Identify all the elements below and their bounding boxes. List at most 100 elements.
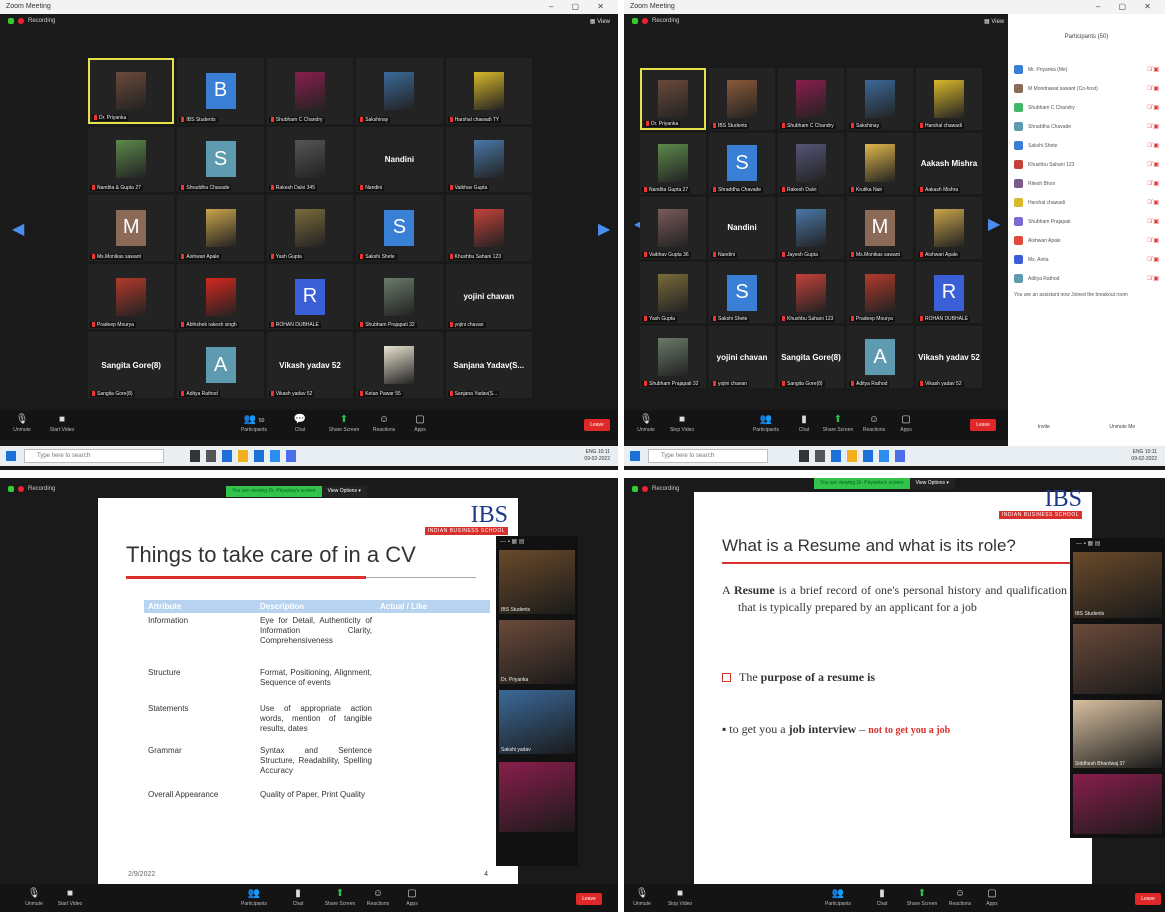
share-screen-button[interactable]: ⬆ Share Screen xyxy=(322,888,358,907)
video-tile[interactable]: Pradeep Mourya xyxy=(88,263,175,330)
unmute-me-button[interactable]: Unmute Me xyxy=(1109,424,1135,430)
view-options-button[interactable]: View Options ▾ xyxy=(909,478,955,489)
stop-video-button[interactable]: ■ Stop Video xyxy=(664,414,700,433)
video-tile[interactable]: Khushbu Sahani 123 xyxy=(778,261,844,324)
reactions-button[interactable]: ☺ Reactions xyxy=(366,414,402,433)
share-screen-button[interactable]: ⬆ Share Screen xyxy=(820,414,856,433)
video-tile[interactable]: S Shraddha Chavade xyxy=(709,132,775,195)
video-tile[interactable] xyxy=(499,762,575,832)
video-tile[interactable]: Dr. Priyanka xyxy=(640,68,706,130)
participants-button[interactable]: 👥 Participants xyxy=(236,888,272,907)
participant-row[interactable]: Shraddha Chavade 🎙̸ ▣ xyxy=(1008,117,1165,136)
next-page-arrow-icon[interactable]: ▶ xyxy=(988,215,1000,233)
video-tile[interactable]: S Sakshi Shete xyxy=(356,195,443,261)
start-video-button[interactable]: ■ Start Video xyxy=(52,888,88,907)
video-tile[interactable]: M Ms.Monikas sawant xyxy=(88,195,175,261)
invite-button[interactable]: Invite xyxy=(1038,424,1050,430)
video-tile[interactable]: IBS Students xyxy=(499,550,575,614)
video-tile[interactable]: Dr. Priyanka xyxy=(88,58,175,124)
video-tile[interactable]: IBS Students xyxy=(709,68,775,130)
video-tile[interactable]: Aakash Mishra Aakash Mishra xyxy=(916,132,982,195)
video-tile[interactable]: Ketan Pawar 55 xyxy=(356,332,443,398)
video-tile[interactable]: R ROHAN DUBHALE xyxy=(916,261,982,324)
unmute-button[interactable]: 🎙 Unmute xyxy=(4,414,40,433)
unmute-button[interactable]: 🎙 Unmute xyxy=(16,888,52,907)
windows-start-icon[interactable] xyxy=(630,451,640,461)
unmute-button[interactable]: 🎙 Unmute xyxy=(628,414,664,433)
participant-row[interactable]: Ritesh Bhoir 🎙̸ ▣ xyxy=(1008,174,1165,193)
video-tile[interactable]: Shubham C Chandry xyxy=(778,68,844,130)
video-tile[interactable]: Vikash yadav 52 Vikash yadav 52 xyxy=(916,326,982,388)
video-tile[interactable]: Khushbu Sahani 123 xyxy=(445,195,532,261)
video-tile[interactable]: Yash Gupta xyxy=(266,195,354,261)
video-tile[interactable]: Vaibhav Gupta 36 xyxy=(640,197,706,259)
video-tile[interactable]: Sakshinay xyxy=(356,58,443,124)
chat-button[interactable]: ▮ Chat xyxy=(786,414,822,433)
video-tile[interactable] xyxy=(1073,774,1162,834)
video-tile[interactable]: B IBS Students xyxy=(177,58,264,124)
video-tile[interactable]: yojini chavan yojini chavan xyxy=(709,326,775,388)
view-button[interactable]: ▦ View xyxy=(590,18,610,25)
participants-button[interactable]: 👥 50 Participants xyxy=(236,414,272,433)
participants-button[interactable]: 👥 Participants xyxy=(820,888,856,907)
participant-row[interactable]: Sakshi Shete 🎙̸ ▣ xyxy=(1008,136,1165,155)
window-controls[interactable]: – ▢ ✕ xyxy=(549,2,612,11)
video-tile[interactable]: Krutika Nair xyxy=(847,132,913,195)
participants-button[interactable]: 👥 Participants xyxy=(748,414,784,433)
apps-button[interactable]: ▢ Apps xyxy=(888,414,924,433)
prev-page-arrow-icon[interactable]: ◀ xyxy=(12,220,24,238)
taskbar-apps[interactable] xyxy=(190,450,296,462)
participant-row[interactable]: Harshal chawadi 🎙̸ ▣ xyxy=(1008,193,1165,212)
video-tile[interactable]: Sakshi yadav xyxy=(499,690,575,754)
taskbar-apps[interactable] xyxy=(799,450,905,462)
leave-button[interactable]: Leave xyxy=(576,893,602,905)
participant-row[interactable]: Khushbu Sahani 123 🎙̸ ▣ xyxy=(1008,155,1165,174)
video-tile[interactable]: Vaibhav Gupta xyxy=(445,126,532,193)
next-page-arrow-icon[interactable]: ▶ xyxy=(598,220,610,238)
view-button[interactable]: ▦ View xyxy=(984,18,1004,25)
video-tile[interactable]: Rakesh Dalvi xyxy=(778,132,844,195)
video-tile[interactable]: Nandita & Gupta 27 xyxy=(88,126,175,193)
video-tile[interactable]: R ROHAN DUBHALE xyxy=(266,263,354,330)
video-tile[interactable]: IBS Students xyxy=(1073,552,1162,618)
participant-row[interactable]: Aditya Rathod 🎙̸ ▣ xyxy=(1008,269,1165,288)
leave-button[interactable]: Leave xyxy=(970,419,996,431)
apps-button[interactable]: ▢ Apps xyxy=(394,888,430,907)
video-tile[interactable]: Rakesh Dalvi 345 xyxy=(266,126,354,193)
video-tile[interactable]: Sangita Gore(8) Sangita Gore(8) xyxy=(88,332,175,398)
taskbar-search[interactable]: Type here to search xyxy=(24,449,164,463)
windows-start-icon[interactable] xyxy=(6,451,16,461)
video-tile[interactable] xyxy=(1073,624,1162,694)
video-tile[interactable]: Sangita Gore(8) Sangita Gore(8) xyxy=(778,326,844,388)
participant-row[interactable]: Aishwari Apale 🎙̸ ▣ xyxy=(1008,231,1165,250)
video-tile[interactable]: Harshal chawadi xyxy=(916,68,982,130)
video-tile[interactable]: Aishwari Apale xyxy=(916,197,982,259)
share-screen-button[interactable]: ⬆ Share Screen xyxy=(326,414,362,433)
participant-row[interactable]: Shubham C Chandry 🎙̸ ▣ xyxy=(1008,98,1165,117)
apps-button[interactable]: ▢ Apps xyxy=(974,888,1010,907)
video-tile[interactable]: Dr. Priyanka xyxy=(499,620,575,684)
chat-button[interactable]: 💬 Chat xyxy=(282,414,318,433)
reactions-button[interactable]: ☺ Reactions xyxy=(942,888,978,907)
participant-row[interactable]: Ms. Anita 🎙̸ ▣ xyxy=(1008,250,1165,269)
video-tile[interactable]: A Aditya Rathod xyxy=(177,332,264,398)
video-tile[interactable]: A Aditya Rathod xyxy=(847,326,913,388)
strip-controls[interactable]: — ▪ ▦ ▤ xyxy=(1076,540,1100,547)
video-tile[interactable]: Sanjana Yadav(S... Sanjana Yadav(S... xyxy=(445,332,532,398)
video-tile[interactable]: Jayesh Gupta xyxy=(778,197,844,259)
reactions-button[interactable]: ☺ Reactions xyxy=(856,414,892,433)
chat-button[interactable]: ▮ Chat xyxy=(280,888,316,907)
video-tile[interactable]: Shubham Prajapati 32 xyxy=(640,326,706,388)
leave-button[interactable]: Leave xyxy=(1135,893,1161,905)
share-screen-button[interactable]: ⬆ Share Screen xyxy=(904,888,940,907)
video-tile[interactable]: Harshal chawadi TY xyxy=(445,58,532,124)
video-tile[interactable]: Abhishek rakesh singh xyxy=(177,263,264,330)
view-options-button[interactable]: View Options ▾ xyxy=(321,486,367,497)
video-tile[interactable]: Siddhesh Bhardwaj 37 xyxy=(1073,700,1162,768)
video-tile[interactable]: S Sakshi Shete xyxy=(709,261,775,324)
video-tile[interactable]: Nandita Gupta 27 xyxy=(640,132,706,195)
video-tile[interactable]: Shubham C Chandry xyxy=(266,58,354,124)
video-tile[interactable]: yojini chavan yojini chavan xyxy=(445,263,532,330)
apps-button[interactable]: ▢ Apps xyxy=(402,414,438,433)
unmute-button[interactable]: 🎙 Unmute xyxy=(624,888,660,907)
